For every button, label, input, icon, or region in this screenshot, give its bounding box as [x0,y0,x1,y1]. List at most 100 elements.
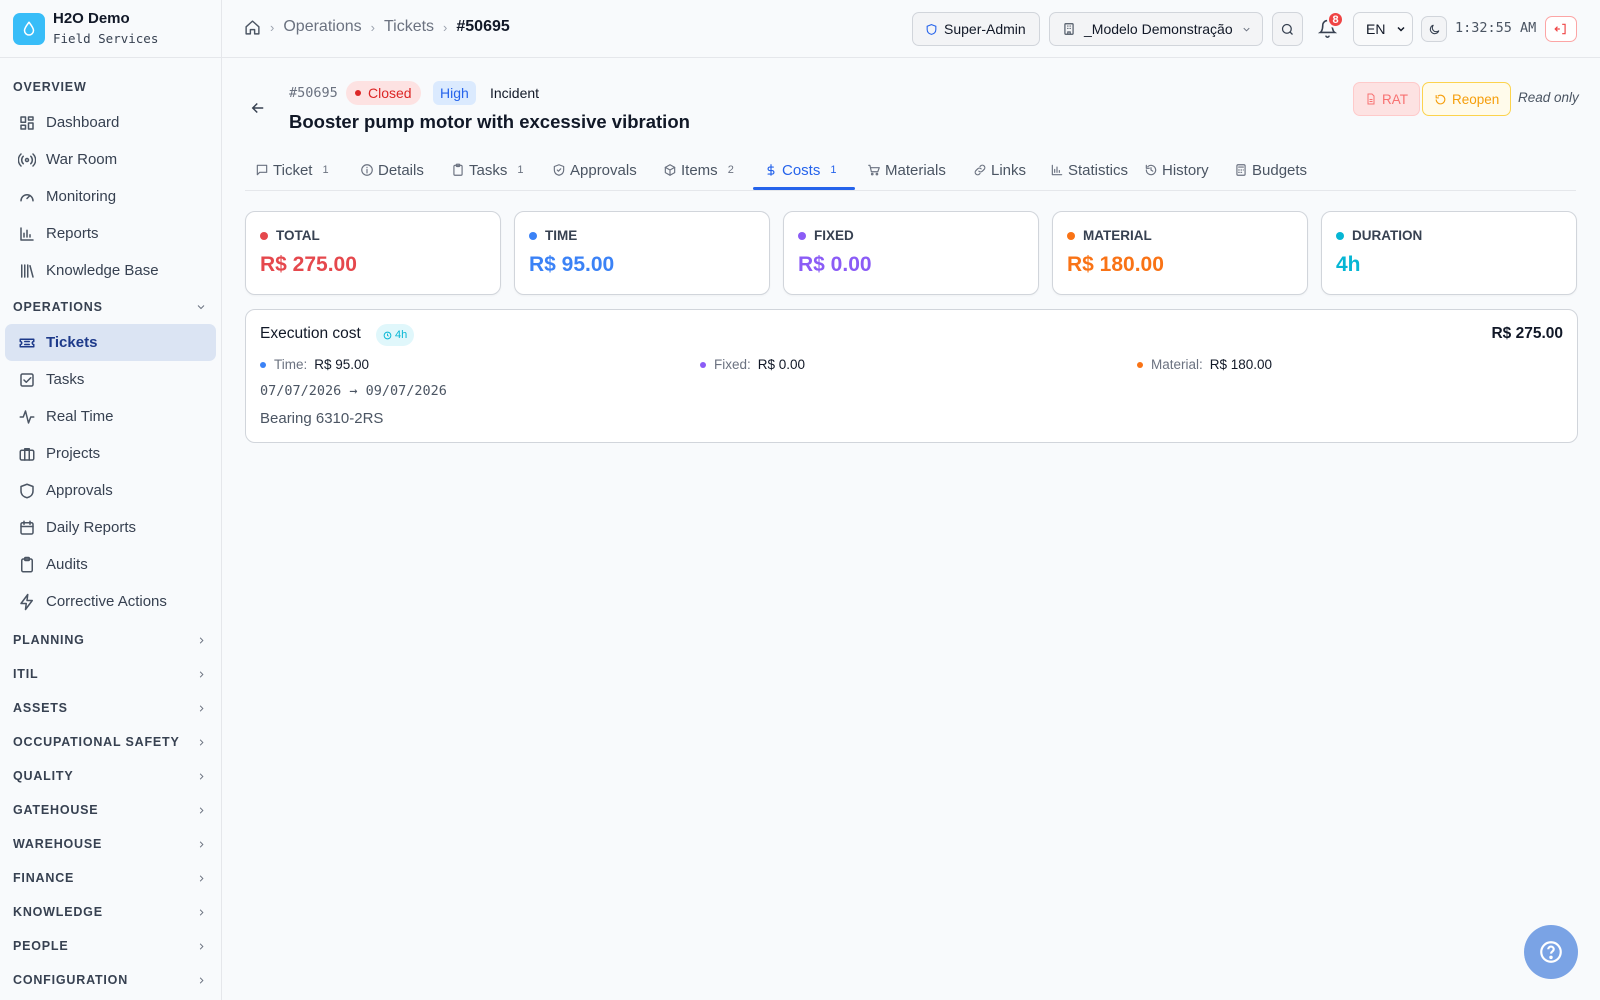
section-label: OCCUPATIONAL SAFETY [13,735,180,749]
sidebar-item-approvals[interactable]: Approvals [5,472,216,509]
chevron-right-icon [196,805,207,816]
summary-card-dot [1336,231,1344,240]
sidebar-item-label: Daily Reports [46,519,137,536]
summary-card-dot [1067,231,1075,240]
status-dot [355,90,361,96]
clock-icon [383,331,392,340]
sidebar-item-real-time[interactable]: Real Time [5,398,216,435]
tab-details[interactable]: Details [360,150,424,190]
sidebar-item-tickets[interactable]: Tickets [5,324,216,361]
sidebar-item-monitoring[interactable]: Monitoring [5,178,216,215]
arrow-left-icon [249,99,267,117]
chevron-down-icon [195,301,207,313]
tab-count: 1 [517,164,524,176]
sidebar-item-reports[interactable]: Reports [5,215,216,252]
summary-card-label: DURATION [1336,228,1422,243]
tabs-divider [245,190,1576,191]
zap-icon [18,593,36,611]
chevron-down-icon [1241,24,1252,35]
section-label: CONFIGURATION [13,973,129,987]
role-button[interactable]: Super-Admin [912,12,1040,46]
tab-history[interactable]: History [1144,150,1209,190]
chevron-right-icon [196,839,207,850]
grid-icon [18,114,36,132]
priority-badge: High [433,81,476,105]
sidebar-item-corrective-actions[interactable]: Corrective Actions [5,583,216,620]
section-people[interactable]: PEOPLE [0,929,221,963]
history-icon [1144,163,1158,177]
tab-items[interactable]: Items 2 [663,150,734,190]
section-label: GATEHOUSE [13,803,99,817]
tab-ticket[interactable]: Ticket 1 [255,150,329,190]
message-square-icon [255,163,269,177]
tab-tasks[interactable]: Tasks 1 [451,150,523,190]
sidebar-item-dashboard[interactable]: Dashboard [5,104,216,141]
tab-label: History [1162,161,1209,179]
clipboard-icon [451,163,465,177]
sidebar-item-tasks[interactable]: Tasks [5,361,216,398]
calculator-icon [1234,163,1248,177]
section-itil[interactable]: ITIL [0,657,221,691]
section-occupational-safety[interactable]: OCCUPATIONAL SAFETY [0,725,221,759]
section-operations[interactable]: OPERATIONS [0,290,221,324]
section-label: ASSETS [13,701,68,715]
topbar: › Operations › Tickets › #50695 Super-Ad… [222,0,1600,58]
breadcrumb-operations[interactable]: Operations [283,18,361,36]
tab-links[interactable]: Links [973,150,1026,190]
execution-total: R$ 275.00 [1491,325,1563,342]
language-select[interactable]: EN [1353,12,1413,46]
breakdown-time: Time: R$ 95.00 [260,357,369,372]
logout-button[interactable] [1545,16,1577,42]
home-icon[interactable] [244,19,261,36]
radio-icon [18,151,36,169]
sidebar-item-daily-reports[interactable]: Daily Reports [5,509,216,546]
breadcrumb-tickets[interactable]: Tickets [384,18,434,36]
activity-icon [18,408,36,426]
brand[interactable]: H2O Demo Field Services [0,0,221,58]
language-label: EN [1366,21,1386,37]
tab-count: 1 [830,164,837,176]
section-label: FINANCE [13,871,75,885]
type-badge: Incident [490,85,540,101]
tab-materials[interactable]: Materials [867,150,946,190]
summary-card-dot [798,231,806,240]
notifications-button[interactable]: 8 [1318,11,1344,45]
summary-card-fixed: FIXED R$ 0.00 [783,211,1039,295]
sidebar-item-knowledge-base[interactable]: Knowledge Base [5,252,216,289]
section-assets[interactable]: ASSETS [0,691,221,725]
sidebar-item-audits[interactable]: Audits [5,546,216,583]
shield-icon [18,482,36,500]
search-button[interactable] [1272,12,1303,46]
tab-approvals[interactable]: Approvals [552,150,637,190]
sidebar-item-label: Reports [46,225,99,242]
sidebar-item-projects[interactable]: Projects [5,435,216,472]
breakdown-label: Time: [274,357,308,372]
tab-label: Approvals [570,161,637,179]
breakdown-dot [700,361,706,368]
page-title: Booster pump motor with excessive vibrat… [289,111,690,132]
tab-label: Costs [782,161,821,179]
section-configuration[interactable]: CONFIGURATION [0,963,221,997]
help-button[interactable] [1524,925,1578,979]
sidebar-item-label: Approvals [46,482,113,499]
section-warehouse[interactable]: WAREHOUSE [0,827,221,861]
theme-toggle[interactable] [1421,16,1447,42]
section-finance[interactable]: FINANCE [0,861,221,895]
tenant-select[interactable]: _Modelo Demonstração [1049,12,1263,46]
rat-button[interactable]: RAT [1353,82,1420,116]
section-quality[interactable]: QUALITY [0,759,221,793]
tab-costs[interactable]: Costs 1 [764,150,836,190]
summary-card-label-text: TOTAL [276,228,320,243]
section-planning[interactable]: PLANNING [0,623,221,657]
info-icon [360,163,374,177]
section-gatehouse[interactable]: GATEHOUSE [0,793,221,827]
tab-budgets[interactable]: Budgets [1234,150,1307,190]
tab-statistics[interactable]: Statistics [1050,150,1128,190]
reopen-button[interactable]: Reopen [1422,82,1512,116]
sidebar-item-war-room[interactable]: War Room [5,141,216,178]
chevron-right-icon [196,635,207,646]
section-knowledge[interactable]: KNOWLEDGE [0,895,221,929]
duration-badge: 4h [376,324,415,346]
back-button[interactable] [249,99,267,117]
sidebar-item-label: Projects [46,445,101,462]
